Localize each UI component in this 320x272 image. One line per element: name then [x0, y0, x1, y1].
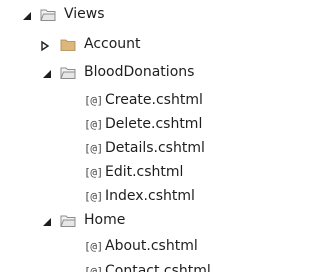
tree-node-label: BloodDonations — [84, 64, 195, 80]
file-label: About.cshtml — [105, 238, 198, 254]
tree-file-index[interactable]: [@] Index.cshtml — [0, 186, 255, 210]
file-label: Details.cshtml — [105, 140, 205, 156]
razor-file-icon: [@] — [84, 166, 103, 179]
expanded-arrow-icon[interactable] — [20, 9, 34, 23]
closed-folder-icon — [60, 39, 76, 51]
tree-node-views[interactable]: Views — [0, 4, 255, 28]
tree-file-delete[interactable]: [@] Delete.cshtml — [0, 114, 255, 138]
expanded-arrow-icon[interactable] — [40, 67, 54, 81]
tree-node-blooddonations[interactable]: BloodDonations — [0, 62, 255, 86]
open-folder-icon — [40, 9, 56, 21]
open-folder-icon — [60, 67, 76, 79]
tree-node-label: Home — [84, 212, 126, 228]
file-label: Edit.cshtml — [105, 164, 184, 180]
razor-file-icon: [@] — [84, 240, 103, 253]
tree-file-edit[interactable]: [@] Edit.cshtml — [0, 162, 255, 186]
tree-file-create[interactable]: [@] Create.cshtml — [0, 90, 255, 114]
file-label: Contact.cshtml — [105, 263, 211, 272]
file-label: Delete.cshtml — [105, 116, 203, 132]
razor-file-icon: [@] — [84, 118, 103, 131]
file-label: Index.cshtml — [105, 188, 195, 204]
collapsed-arrow-icon[interactable] — [38, 39, 52, 53]
razor-file-icon: [@] — [84, 142, 103, 155]
razor-file-icon: [@] — [84, 190, 103, 203]
expanded-arrow-icon[interactable] — [40, 215, 54, 229]
razor-file-icon: [@] — [84, 94, 103, 107]
file-label: Create.cshtml — [105, 92, 203, 108]
solution-explorer-tree: Views Account BloodDonations [@] Create.… — [0, 0, 255, 272]
tree-file-contact[interactable]: [@] Contact.cshtml — [0, 261, 255, 272]
tree-file-about[interactable]: [@] About.cshtml — [0, 236, 255, 260]
tree-node-label: Account — [84, 36, 141, 52]
open-folder-icon — [60, 215, 76, 227]
razor-file-icon: [@] — [84, 265, 103, 272]
tree-node-label: Views — [64, 6, 105, 22]
tree-file-details[interactable]: [@] Details.cshtml — [0, 138, 255, 162]
tree-node-account[interactable]: Account — [0, 34, 255, 58]
tree-node-home[interactable]: Home — [0, 210, 255, 234]
